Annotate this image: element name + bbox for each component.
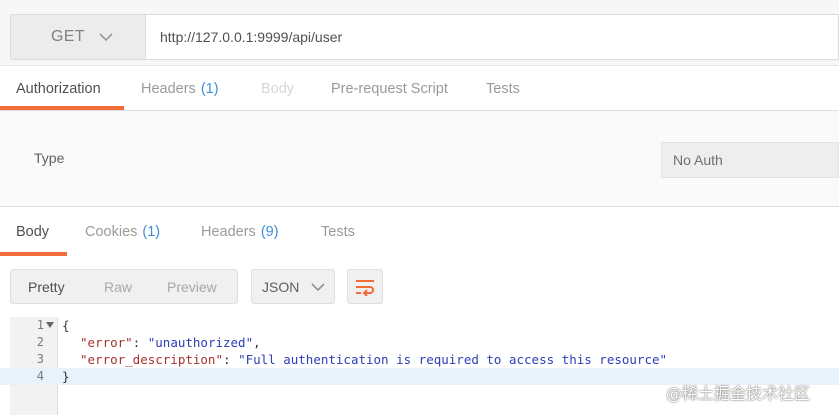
url-input[interactable]: http://127.0.0.1:9999/api/user [145, 14, 839, 60]
tab-label: Tests [321, 224, 355, 240]
tab-label: Body [261, 80, 295, 97]
active-tab-indicator [0, 252, 67, 256]
tab-label: Authorization [16, 80, 101, 97]
json-key: "error" [80, 335, 133, 350]
tab-label: Cookies [85, 224, 138, 240]
tab-cookies[interactable]: Cookies (1) [85, 208, 160, 256]
tab-headers[interactable]: Headers (1) [141, 66, 219, 111]
view-mode-group: Pretty Raw Preview [10, 269, 238, 304]
format-label: JSON [262, 278, 300, 295]
code-text: "error": "unauthorized", [80, 335, 261, 350]
response-toolbar: Pretty Raw Preview JSON [0, 258, 839, 314]
auth-type-label: Type [34, 150, 65, 166]
tab-label: Pre-request Script [331, 80, 448, 97]
chevron-down-icon [99, 33, 113, 42]
line-number: 3 [36, 352, 44, 366]
wrap-lines-icon [356, 279, 374, 296]
active-tab-indicator [0, 106, 124, 110]
response-tabs: Body Cookies (1) Headers (9) Tests [0, 208, 839, 256]
json-key: "error_description" [80, 352, 223, 367]
code-text: { [62, 318, 70, 333]
tab-authorization[interactable]: Authorization [16, 66, 101, 111]
authorization-panel: Type No Auth [0, 111, 839, 207]
tab-pre-request-script[interactable]: Pre-request Script [331, 66, 448, 111]
code-line: 3 "error_description": "Full authenticat… [0, 351, 839, 368]
fold-arrow-icon[interactable] [46, 322, 54, 328]
tab-count: (1) [142, 224, 161, 240]
code-line: 1 { [0, 317, 839, 334]
tab-count: (9) [260, 224, 279, 240]
auth-type-dropdown[interactable]: No Auth [661, 142, 839, 178]
postman-window: GET http://127.0.0.1:9999/api/user Autho… [0, 0, 839, 415]
tab-response-body[interactable]: Body [16, 208, 49, 256]
tab-body[interactable]: Body [261, 66, 294, 111]
code-text: } [62, 369, 70, 384]
json-value: "Full authentication is required to acce… [238, 352, 668, 367]
request-tabs: Authorization Headers (1) Body Pre-reque… [0, 66, 839, 111]
format-dropdown[interactable]: JSON [251, 269, 335, 304]
pretty-button[interactable]: Pretty [28, 270, 65, 303]
code-text: "error_description": "Full authenticatio… [80, 352, 668, 367]
method-dropdown[interactable]: GET [10, 14, 145, 60]
line-number: 1 [36, 318, 44, 332]
preview-button[interactable]: Preview [167, 270, 217, 303]
tab-label: Tests [486, 80, 520, 97]
code-line: 2 "error": "unauthorized", [0, 334, 839, 351]
raw-button[interactable]: Raw [104, 270, 132, 303]
line-number: 2 [36, 335, 44, 349]
tab-label: Headers [201, 224, 256, 240]
method-label: GET [51, 28, 85, 45]
tab-response-headers[interactable]: Headers (9) [201, 208, 279, 256]
tab-tests[interactable]: Tests [486, 66, 520, 111]
json-value: "unauthorized" [147, 335, 254, 350]
request-bar: GET http://127.0.0.1:9999/api/user [0, 0, 839, 66]
tab-label: Headers [141, 80, 196, 97]
watermark: @稀土掘金技术社区 [666, 384, 811, 403]
tab-label: Body [16, 224, 50, 240]
tab-response-tests[interactable]: Tests [321, 208, 355, 256]
wrap-lines-button[interactable] [347, 269, 383, 304]
chevron-down-icon [311, 282, 325, 291]
tab-count: (1) [200, 80, 219, 97]
line-number: 4 [36, 369, 44, 383]
